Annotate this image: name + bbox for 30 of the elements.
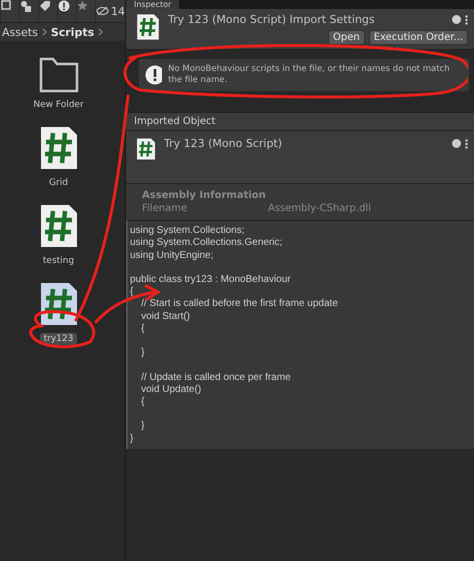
breadcrumb-item[interactable]: Scripts [50,26,94,38]
inspector-title: Try 123 (Mono Script) Import Settings [168,13,375,26]
folder-icon[interactable] [38,57,78,93]
script-file-icon [136,137,156,162]
more-menu-icon[interactable] [465,138,468,149]
script-file-icon[interactable] [38,281,78,327]
field-label: Filename [142,203,188,214]
chevron-icon [42,28,47,36]
chevron-icon [98,28,104,36]
breadcrumb-item[interactable]: Assets [2,26,38,38]
inspector-button[interactable]: Execution Order... [368,30,468,45]
object-title: Try 123 (Mono Script) [164,137,282,150]
warning-message: No MonoBehaviour scripts in the file, or their names do not match the file name. [168,64,451,86]
asset-label[interactable]: Grid [45,177,72,189]
script-file-icon[interactable] [38,125,78,171]
inspector-button[interactable]: Open [328,30,365,45]
hidden-count: 14 [111,4,125,18]
section-header: Imported Object [126,112,474,132]
inspector-tab[interactable]: Inspector [126,0,180,9]
hidden-eye-icon[interactable] [96,6,109,16]
field-value: Assembly-CSharp.dll [268,203,371,214]
script-file-icon [136,13,160,41]
assembly-heading: Assembly Information [142,190,267,202]
script-file-icon[interactable] [38,203,78,249]
asset-label[interactable]: New Folder [29,99,88,111]
more-menu-icon[interactable] [465,14,468,24]
warning-icon [145,65,162,86]
asset-label[interactable]: try123 [40,333,78,345]
script-source-code: using System.Collections; using System.Collections.Generic; using UnityEngine; public class try123 : MonoBehaviour { // Start is called before the first frame update void Start() { } // Update is called once per frame void Update() { } } [126,220,474,449]
asset-label[interactable]: testing [38,255,78,267]
